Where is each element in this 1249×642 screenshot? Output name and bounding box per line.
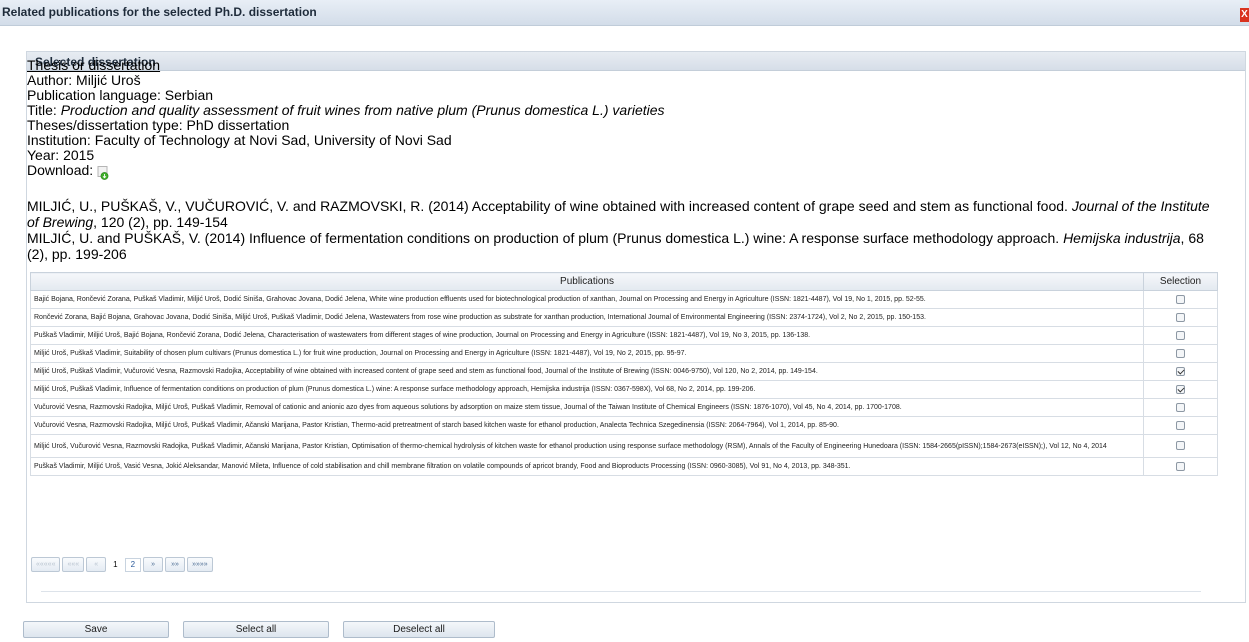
year-line: Year: 2015 (27, 147, 95, 163)
publication-cell: Bajić Bojana, Rončević Zorana, Puškaš Vl… (30, 290, 1144, 309)
language-line: Publication language: Serbian (27, 87, 214, 103)
pagination: ««««« ««« « 1 2 » »» »»»» (31, 556, 213, 573)
table-row: Miljić Uroš, Vučurović Vesna, Razmovski … (30, 434, 1218, 458)
selection-checkbox[interactable] (1176, 420, 1185, 430)
selection-checkbox[interactable] (1176, 402, 1185, 412)
table-row: Miljić Uroš, Puškaš Vladimir, Vučurović … (30, 362, 1218, 381)
selection-checkbox[interactable] (1176, 441, 1185, 451)
publication-cell: Miljić Uroš, Vučurović Vesna, Razmovski … (30, 434, 1144, 458)
selection-cell (1143, 290, 1218, 309)
dialog-title: Related publications for the selected Ph… (2, 5, 317, 19)
institution-line: Institution: Faculty of Technology at No… (27, 132, 452, 148)
deselect-all-button[interactable]: Deselect all (343, 621, 495, 638)
download-label: Download: (27, 162, 94, 178)
selection-checkbox[interactable] (1176, 461, 1185, 471)
selection-checkbox[interactable] (1176, 384, 1185, 394)
download-line: Download: (27, 163, 665, 180)
table-row: Miljić Uroš, Puškaš Vladimir, Suitabilit… (30, 344, 1218, 363)
selection-cell (1143, 434, 1218, 458)
publication-cell: Rončević Zorana, Bajić Bojana, Grahovac … (30, 308, 1144, 327)
selection-cell (1143, 398, 1218, 417)
selection-cell (1143, 344, 1218, 363)
title-label: Title: (27, 102, 61, 118)
prev-page-button[interactable]: « (86, 557, 107, 572)
selection-checkbox[interactable] (1176, 330, 1185, 340)
selection-cell (1143, 380, 1218, 399)
reference-journal: Hemijska industrija (1063, 230, 1181, 246)
table-row: Rončević Zorana, Bajić Bojana, Grahovac … (30, 308, 1218, 327)
last-page-button[interactable]: »»»» (187, 557, 213, 572)
select-all-button[interactable]: Select all (183, 621, 329, 638)
title-value: Production and quality assessment of fru… (60, 102, 665, 118)
reference-item: MILJIĆ, U., PUŠKAŠ, V., VUČUROVIĆ, V. an… (27, 198, 1215, 230)
publication-cell: Miljić Uroš, Puškaš Vladimir, Influence … (30, 380, 1144, 399)
divider (41, 591, 1201, 592)
selection-cell (1143, 416, 1218, 435)
selection-cell (1143, 326, 1218, 345)
reference-details: , 120 (2), pp. 149-154 (93, 214, 228, 230)
publication-cell: Miljić Uroš, Puškaš Vladimir, Vučurović … (30, 362, 1144, 381)
title-line: Title: Production and quality assessment… (27, 103, 665, 118)
prev-many-button[interactable]: ««« (62, 557, 85, 572)
next-page-button[interactable]: » (143, 557, 164, 572)
table-row: Bajić Bojana, Rončević Zorana, Puškaš Vl… (30, 290, 1218, 309)
table-row: Puškaš Vladimir, Miljić Uroš, Bajić Boja… (30, 326, 1218, 345)
dissertation-info: Thesis or dissertation Author: Miljić Ur… (27, 58, 665, 180)
reference-item: MILJIĆ, U. and PUŠKAŠ, V. (2014) Influen… (27, 230, 1215, 262)
publication-cell: Vučurović Vesna, Razmovski Radojka, Milj… (30, 398, 1144, 417)
selection-checkbox[interactable] (1176, 294, 1185, 304)
close-button[interactable]: X (1240, 8, 1249, 22)
publication-cell: Miljić Uroš, Puškaš Vladimir, Suitabilit… (30, 344, 1144, 363)
selection-checkbox[interactable] (1176, 348, 1185, 358)
selection-cell (1143, 308, 1218, 327)
table-row: Vučurović Vesna, Razmovski Radojka, Milj… (30, 416, 1218, 435)
table-row: Miljić Uroš, Puškaš Vladimir, Influence … (30, 380, 1218, 399)
publication-cell: Puškaš Vladimir, Miljić Uroš, Bajić Boja… (30, 326, 1144, 345)
save-button[interactable]: Save (23, 621, 169, 638)
dissertation-type-line: Theses/dissertation type: PhD dissertati… (27, 117, 290, 133)
page-2-link[interactable]: 2 (124, 557, 142, 572)
publications-table: Publications Selection Bajić Bojana, Ron… (30, 272, 1218, 476)
column-header-selection[interactable]: Selection (1143, 272, 1218, 291)
author-line: Author: Miljić Uroš (27, 72, 141, 88)
thesis-type-link[interactable]: Thesis or dissertation (27, 57, 160, 73)
dialog-header: Related publications for the selected Ph… (0, 0, 1249, 26)
page-1-current: 1 (113, 560, 118, 569)
action-buttons: Save Select all Deselect all (23, 621, 495, 638)
table-row: Vučurović Vesna, Razmovski Radojka, Milj… (30, 398, 1218, 417)
reference-text: MILJIĆ, U. and PUŠKAŠ, V. (2014) Influen… (27, 230, 1064, 246)
next-many-button[interactable]: »» (165, 557, 186, 572)
publication-cell: Puškaš Vladimir, Miljić Uroš, Vasić Vesn… (30, 457, 1144, 476)
first-page-button[interactable]: ««««« (31, 557, 61, 572)
reference-text: MILJIĆ, U., PUŠKAŠ, V., VUČUROVIĆ, V. an… (27, 198, 1072, 214)
selection-checkbox[interactable] (1176, 366, 1185, 376)
publications-table-wrap: Publications Selection Bajić Bojana, Ron… (30, 272, 1218, 476)
selection-cell (1143, 457, 1218, 476)
table-row: Puškaš Vladimir, Miljić Uroš, Vasić Vesn… (30, 457, 1218, 476)
column-header-publications[interactable]: Publications (30, 272, 1144, 291)
download-icon[interactable] (97, 166, 109, 180)
selection-checkbox[interactable] (1176, 312, 1185, 322)
selection-cell (1143, 362, 1218, 381)
references-list: MILJIĆ, U., PUŠKAŠ, V., VUČUROVIĆ, V. an… (27, 198, 1215, 262)
publication-cell: Vučurović Vesna, Razmovski Radojka, Milj… (30, 416, 1144, 435)
